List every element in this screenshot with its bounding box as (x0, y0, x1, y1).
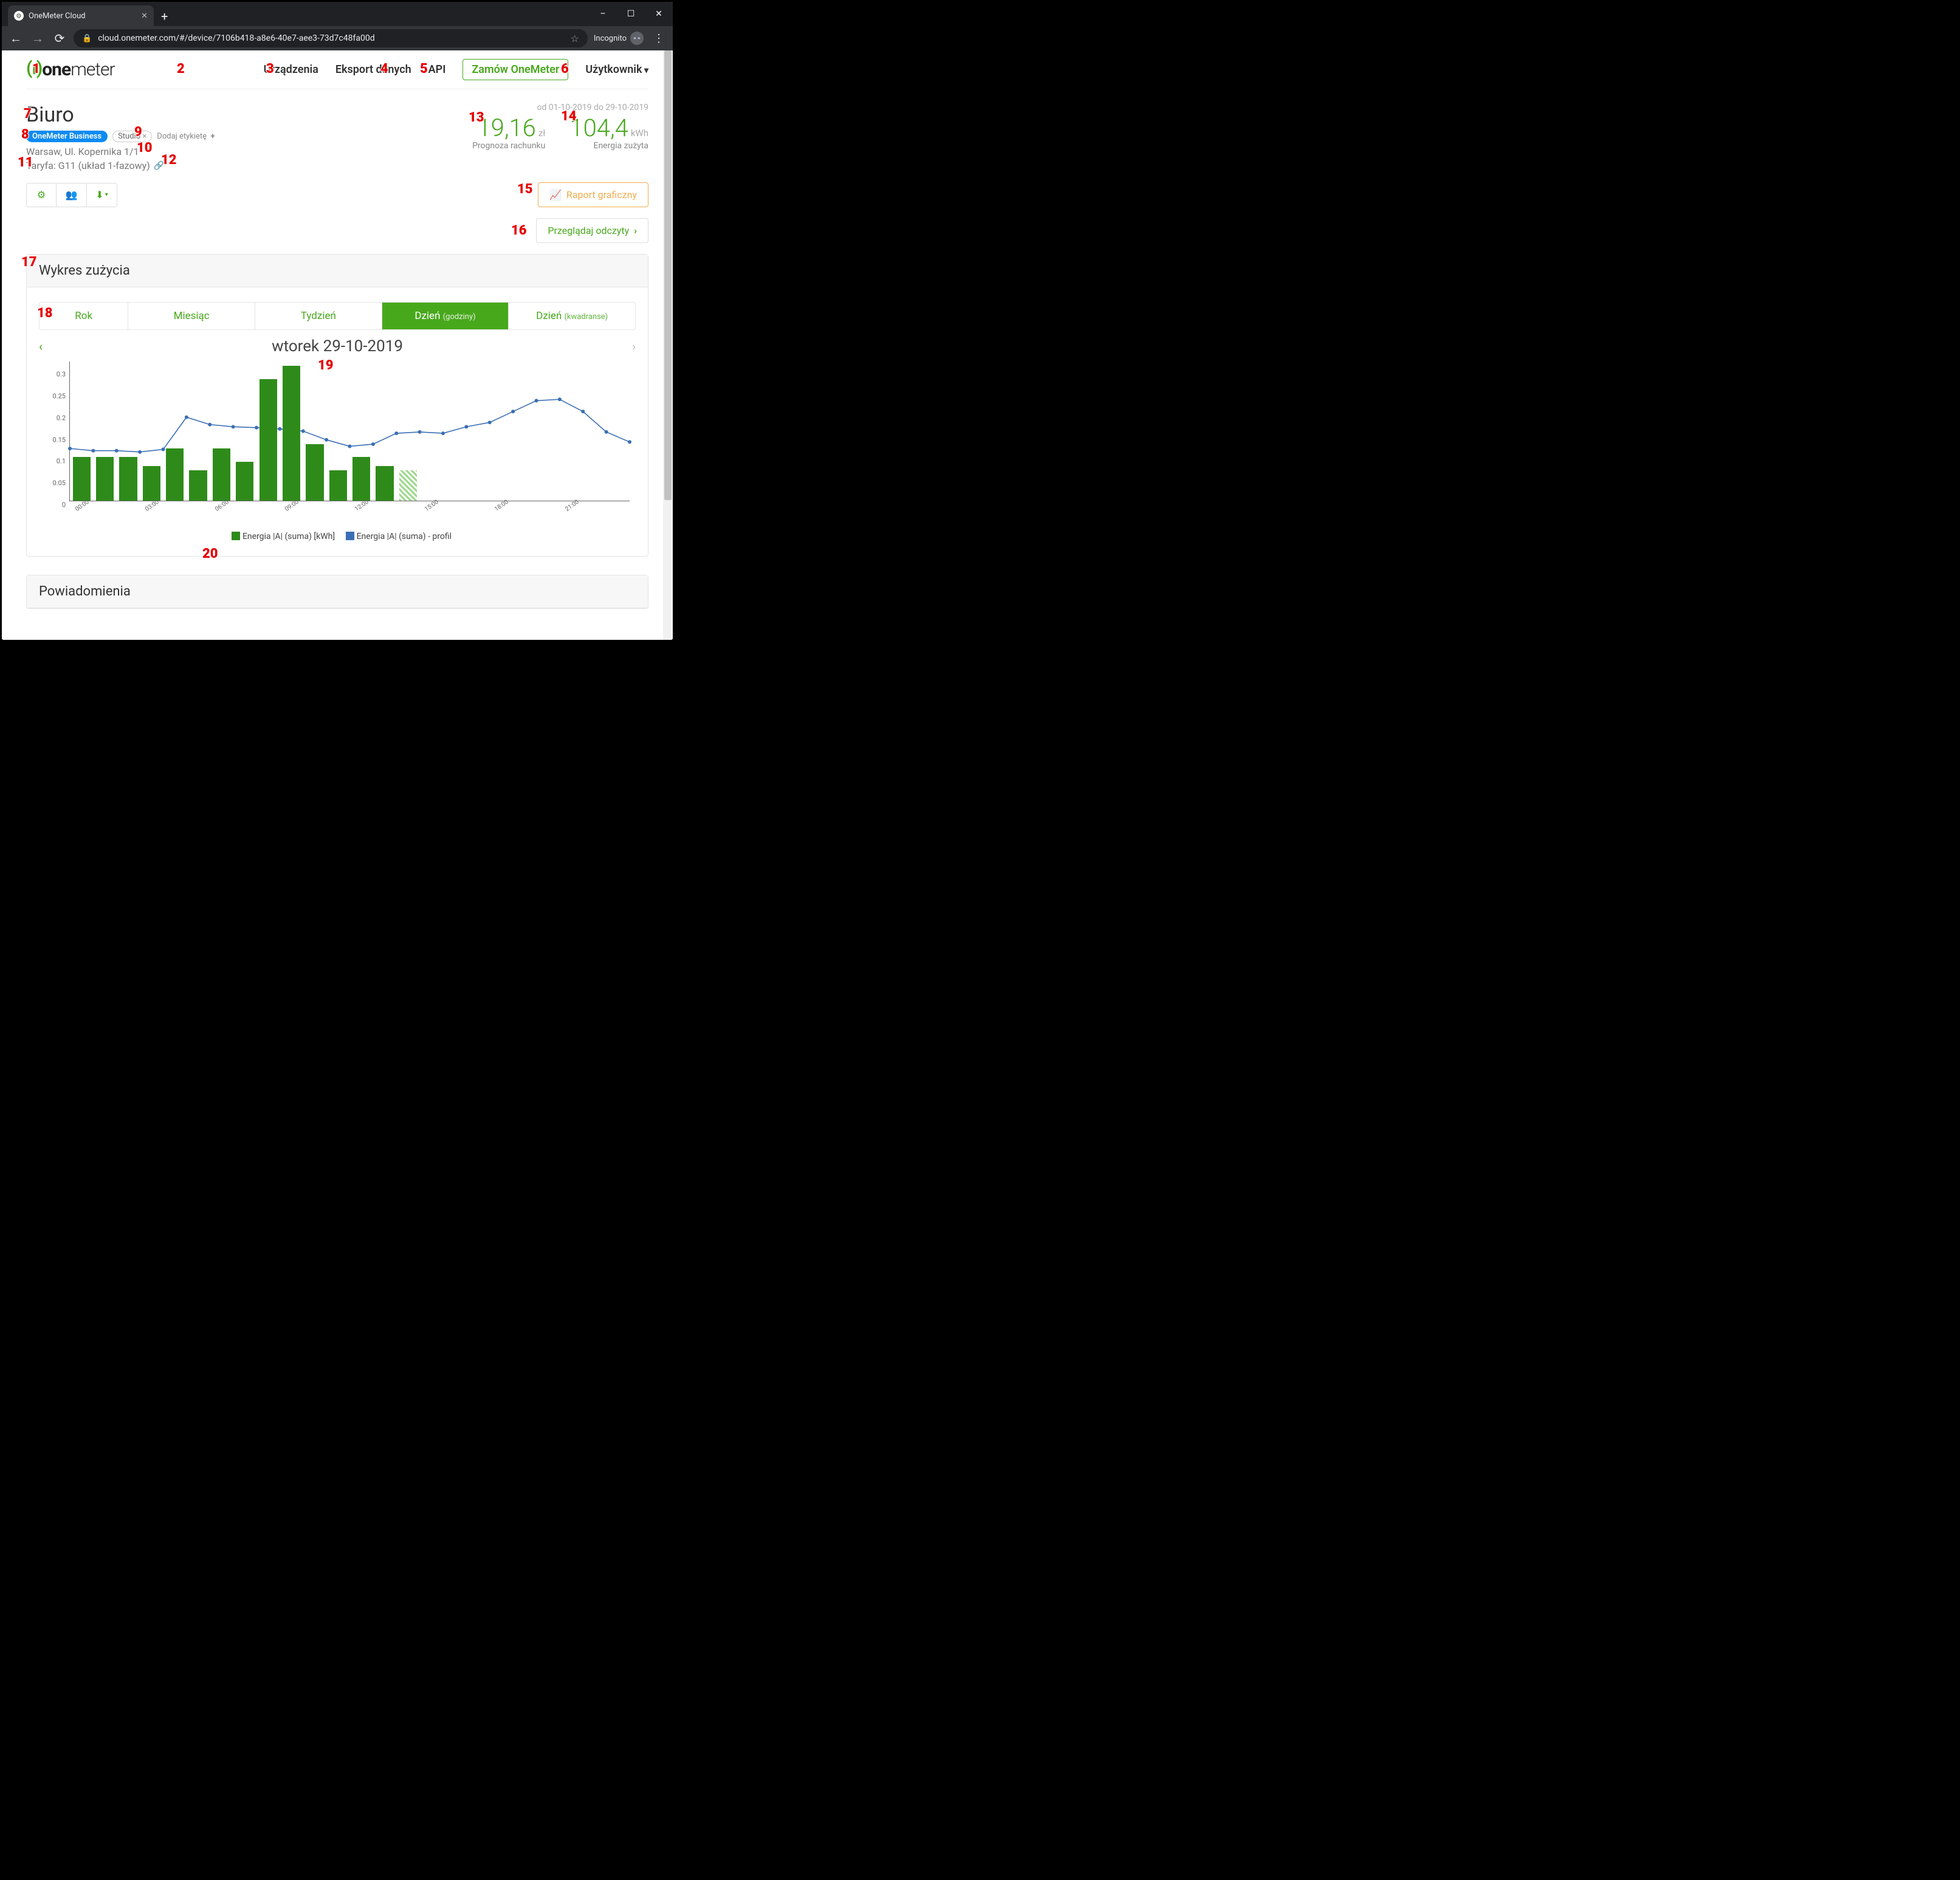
incognito-icon: 👓 (630, 32, 644, 45)
close-icon[interactable]: ✕ (141, 12, 148, 21)
gear-icon: ⚙ (37, 189, 46, 201)
area-chart-icon: 📈 (549, 189, 562, 201)
maximize-button[interactable]: ☐ (617, 2, 645, 26)
chart-bar[interactable] (329, 470, 347, 501)
nav-order-button[interactable]: Zamów OneMeter (462, 59, 568, 80)
forward-button[interactable]: → (30, 31, 46, 46)
logo-accent: (ı) (26, 58, 42, 79)
url-input[interactable]: 🔒 cloud.onemeter.com/#/device/7106b418-a… (74, 29, 588, 47)
page-title: Biuro (26, 103, 472, 127)
chart-legend: Energia |A| (suma) [kWh] Energia |A| (su… (39, 532, 636, 541)
nav-api[interactable]: API (428, 63, 446, 76)
usage-chart-panel: Wykres zużycia Rok Miesiąc Tydzień Dzień… (26, 254, 648, 557)
incognito-indicator: Incognito 👓 (594, 32, 644, 45)
notifications-title: Powiadomienia (27, 575, 648, 608)
chart-bar[interactable] (119, 457, 137, 501)
chart-bar[interactable] (189, 470, 207, 501)
lock-icon: 🔒 (82, 34, 92, 43)
back-button[interactable]: ← (8, 31, 24, 46)
logo[interactable]: (ı) onemeter (26, 59, 115, 80)
minimize-button[interactable]: – (589, 2, 617, 26)
stat-bill-forecast: 19,16zł Prognoza rachunku (472, 114, 545, 151)
nav-devices[interactable]: Urządzenia (264, 63, 318, 76)
tab-day-quarters[interactable]: Dzień (kwadranse) (508, 303, 635, 329)
chart-bar[interactable] (352, 457, 370, 501)
chart-bar[interactable] (399, 470, 417, 501)
remove-tag-icon[interactable]: × (142, 132, 146, 141)
chart-prev-button[interactable]: ‹ (39, 339, 57, 354)
link-icon[interactable]: 🔗 (154, 161, 164, 171)
download-button[interactable]: ⬇▾ (87, 183, 117, 207)
browse-readings-button[interactable]: Przeglądaj odczyty › (536, 218, 648, 243)
badge-tag[interactable]: Studio × (112, 131, 152, 142)
browser-address-bar: ← → ⟳ 🔒 cloud.onemeter.com/#/device/7106… (2, 26, 673, 50)
download-icon: ⬇ (95, 189, 103, 201)
chart-date-title: wtorek 29-10-2019 (57, 337, 617, 355)
browser-tab[interactable]: ⊙ OneMeter Cloud ✕ (8, 5, 154, 26)
incognito-label: Incognito (594, 34, 627, 43)
browser-menu-button[interactable]: ⋮ (650, 32, 667, 45)
badge-plan[interactable]: OneMeter Business (26, 131, 108, 142)
add-label-button[interactable]: Dodaj etykietę + (157, 132, 215, 141)
date-range: od 01-10-2019 do 29-10-2019 (472, 103, 648, 112)
nav-export[interactable]: Eksport danych (335, 63, 411, 76)
chart-range-tabs: Rok Miesiąc Tydzień Dzień (godziny) Dzie… (39, 302, 636, 330)
tab-day-hours[interactable]: Dzień (godziny) (382, 303, 509, 329)
settings-button[interactable]: ⚙ (26, 183, 57, 207)
nav-user-menu[interactable]: Użytkownik (585, 63, 648, 76)
reload-button[interactable]: ⟳ (52, 31, 67, 46)
chart-bar[interactable] (236, 462, 253, 501)
caret-down-icon: ▾ (105, 191, 108, 198)
tab-week[interactable]: Tydzień (255, 303, 382, 329)
device-action-group: ⚙ 👥 ⬇▾ (26, 183, 117, 207)
legend-swatch-bar (232, 532, 240, 540)
chart-bar[interactable] (73, 457, 91, 501)
chart-next-button[interactable]: › (617, 339, 636, 354)
tab-title: OneMeter Cloud (29, 12, 86, 21)
share-button[interactable]: 👥 (57, 183, 87, 207)
chevron-right-icon: › (634, 225, 637, 236)
chart-bar[interactable] (213, 448, 230, 501)
tab-year[interactable]: Rok (40, 303, 128, 329)
app-navbar: (ı) onemeter Urządzenia Eksport danych A… (26, 50, 648, 89)
usage-chart-title: Wykres zużycia (27, 255, 648, 287)
logo-text-1: one (42, 59, 70, 80)
chart-bar[interactable] (306, 444, 323, 501)
chart-bar[interactable] (283, 366, 300, 501)
window-controls: – ☐ ✕ (589, 2, 673, 26)
legend-swatch-line (346, 532, 354, 540)
graphic-report-button[interactable]: 📈 Raport graficzny (538, 182, 648, 207)
users-icon: 👥 (66, 189, 78, 201)
logo-text-2: meter (70, 59, 114, 80)
notifications-panel: Powiadomienia (26, 575, 648, 609)
chart-bar[interactable] (96, 457, 114, 501)
close-window-button[interactable]: ✕ (645, 2, 673, 26)
chart-bar[interactable] (376, 466, 393, 501)
chart-bar[interactable] (166, 448, 184, 501)
usage-chart: 00.050.10.150.20.250.3 00:0003:0006:0009… (39, 362, 636, 532)
device-address: Warsaw, Ul. Kopernika 1/1 (26, 146, 472, 157)
stat-energy-used: 104,4kWh Energia zużyta (569, 114, 648, 151)
url-text: cloud.onemeter.com/#/device/7106b418-a8e… (98, 33, 374, 43)
device-tariff: Taryfa: G11 (układ 1-fazowy) 🔗 (26, 160, 472, 171)
chart-bar[interactable] (260, 379, 277, 501)
new-tab-button[interactable]: + (154, 9, 175, 26)
browser-tab-bar: ⊙ OneMeter Cloud ✕ + – ☐ ✕ (2, 2, 673, 26)
chart-bar[interactable] (143, 466, 160, 501)
bookmark-icon[interactable]: ☆ (571, 33, 579, 44)
scrollbar[interactable] (663, 50, 673, 640)
tab-favicon: ⊙ (14, 11, 24, 21)
tab-month[interactable]: Miesiąc (128, 303, 255, 329)
